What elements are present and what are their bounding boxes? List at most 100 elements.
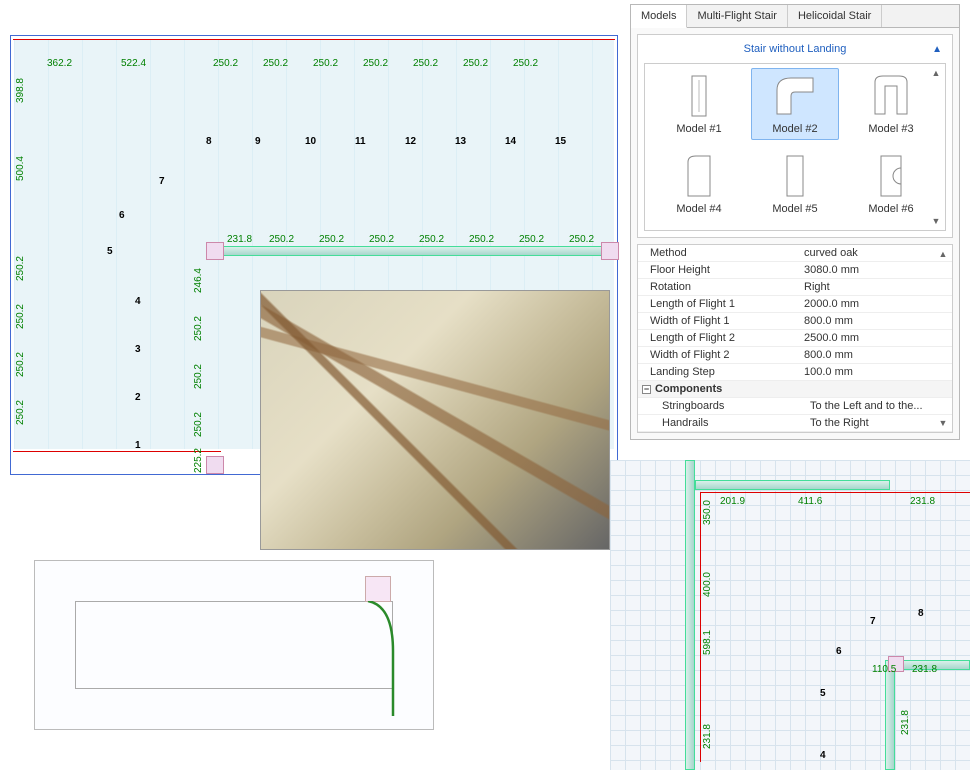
property-row[interactable]: Landing Step100.0 mm bbox=[638, 364, 952, 381]
step-number: 15 bbox=[555, 136, 566, 147]
stair-geometry bbox=[261, 291, 609, 549]
step-number: 8 bbox=[206, 136, 212, 147]
step-number: 4 bbox=[820, 750, 826, 761]
collapse-icon[interactable]: ▲ bbox=[932, 44, 942, 55]
property-key: Stringboards bbox=[638, 398, 804, 414]
boundary-line bbox=[13, 451, 221, 452]
newel-post bbox=[206, 456, 224, 474]
step-number: 1 bbox=[135, 440, 141, 451]
step-number: 5 bbox=[107, 246, 113, 257]
scroll-down-icon[interactable]: ▼ bbox=[936, 416, 950, 430]
property-value[interactable]: curved oak bbox=[798, 245, 952, 261]
step-number: 7 bbox=[159, 176, 165, 187]
dimension: 250.2 bbox=[419, 234, 444, 245]
dimension: 250.2 bbox=[313, 58, 338, 69]
collapse-minus-icon[interactable]: − bbox=[642, 385, 651, 394]
dimension: 231.8 bbox=[227, 234, 252, 245]
step-number: 4 bbox=[135, 296, 141, 307]
dimension: 250.2 bbox=[193, 412, 204, 437]
property-value[interactable]: 2000.0 mm bbox=[798, 296, 952, 312]
property-key: Length of Flight 2 bbox=[638, 330, 798, 346]
step-number: 8 bbox=[918, 608, 924, 619]
property-value[interactable]: Right bbox=[798, 279, 952, 295]
section-title: Stair without Landing bbox=[744, 43, 847, 55]
step-number: 6 bbox=[119, 210, 125, 221]
step-number: 11 bbox=[355, 136, 366, 147]
dimension: 250.2 bbox=[15, 352, 26, 377]
newel-post bbox=[365, 576, 391, 602]
property-value[interactable]: 800.0 mm bbox=[798, 347, 952, 363]
step-number: 3 bbox=[135, 344, 141, 355]
tab-helicoidal[interactable]: Helicoidal Stair bbox=[788, 5, 882, 27]
dimension: 250.2 bbox=[363, 58, 388, 69]
property-row[interactable]: Length of Flight 22500.0 mm bbox=[638, 330, 952, 347]
wall bbox=[685, 460, 695, 770]
property-key: Floor Height bbox=[638, 262, 798, 278]
property-row[interactable]: Width of Flight 2800.0 mm bbox=[638, 347, 952, 364]
property-group-components[interactable]: −Components bbox=[638, 381, 952, 398]
dimension: 231.8 bbox=[900, 710, 911, 735]
model-thumbnail-icon bbox=[850, 153, 932, 199]
dimension: 250.2 bbox=[469, 234, 494, 245]
model-thumbnail-icon bbox=[658, 73, 740, 119]
dimension: 250.2 bbox=[413, 58, 438, 69]
step-number: 2 bbox=[135, 392, 141, 403]
property-value[interactable]: To the Left and to the... bbox=[804, 398, 952, 414]
property-key: Width of Flight 2 bbox=[638, 347, 798, 363]
step-number: 10 bbox=[305, 136, 316, 147]
dimension: 250.2 bbox=[263, 58, 288, 69]
dimension: 201.9 bbox=[720, 496, 745, 507]
step-number: 13 bbox=[455, 136, 466, 147]
tab-models[interactable]: Models bbox=[631, 5, 687, 28]
model-option-5[interactable]: Model #5 bbox=[751, 148, 839, 220]
dimension: 250.2 bbox=[519, 234, 544, 245]
dimension: 398.8 bbox=[15, 78, 26, 103]
scroll-up-icon[interactable]: ▲ bbox=[936, 247, 950, 261]
property-value[interactable]: To the Right bbox=[804, 415, 952, 431]
dimension: 250.2 bbox=[269, 234, 294, 245]
model-option-2[interactable]: Model #2 bbox=[751, 68, 839, 140]
step-number: 12 bbox=[405, 136, 416, 147]
property-row[interactable]: Width of Flight 1800.0 mm bbox=[638, 313, 952, 330]
property-row[interactable]: Length of Flight 12000.0 mm bbox=[638, 296, 952, 313]
property-row[interactable]: RotationRight bbox=[638, 279, 952, 296]
dimension: 250.2 bbox=[569, 234, 594, 245]
property-value[interactable]: 2500.0 mm bbox=[798, 330, 952, 346]
newel-post bbox=[601, 242, 619, 260]
dimension: 225.2 bbox=[193, 448, 204, 473]
model-label: Model #4 bbox=[658, 203, 740, 215]
tab-multi-flight[interactable]: Multi-Flight Stair bbox=[687, 5, 787, 27]
stair-plan-handrail bbox=[34, 560, 434, 730]
model-option-3[interactable]: Model #3 bbox=[847, 68, 935, 140]
dimension: 411.6 bbox=[798, 496, 822, 507]
model-label: Model #6 bbox=[850, 203, 932, 215]
dimension: 250.2 bbox=[15, 256, 26, 281]
wall bbox=[695, 480, 890, 490]
property-row[interactable]: StringboardsTo the Left and to the... bbox=[638, 398, 952, 415]
model-grid: ▲ ▼ Model #1 Model #2 Model #3 Model #4 Mode… bbox=[644, 63, 946, 231]
dimension: 246.4 bbox=[193, 268, 204, 293]
stair-properties-panel: Models Multi-Flight Stair Helicoidal Sta… bbox=[630, 4, 960, 440]
model-option-4[interactable]: Model #4 bbox=[655, 148, 743, 220]
boundary-line bbox=[700, 492, 701, 762]
property-value[interactable]: 800.0 mm bbox=[798, 313, 952, 329]
property-key: Method bbox=[638, 245, 798, 261]
scroll-up-icon[interactable]: ▲ bbox=[929, 66, 943, 80]
dimension: 250.2 bbox=[513, 58, 538, 69]
dimension: 231.8 bbox=[912, 664, 937, 675]
model-label: Model #5 bbox=[754, 203, 836, 215]
property-value[interactable]: 3080.0 mm bbox=[798, 262, 952, 278]
scroll-down-icon[interactable]: ▼ bbox=[929, 214, 943, 228]
dimension: 500.4 bbox=[15, 156, 26, 181]
model-label: Model #2 bbox=[754, 123, 836, 135]
model-option-6[interactable]: Model #6 bbox=[847, 148, 935, 220]
property-key: Handrails bbox=[638, 415, 804, 431]
property-value[interactable]: 100.0 mm bbox=[798, 364, 952, 380]
model-option-1[interactable]: Model #1 bbox=[655, 68, 743, 140]
property-row[interactable]: HandrailsTo the Right bbox=[638, 415, 952, 432]
property-row[interactable]: Floor Height3080.0 mm bbox=[638, 262, 952, 279]
property-key: Landing Step bbox=[638, 364, 798, 380]
property-row[interactable]: Methodcurved oak bbox=[638, 245, 952, 262]
step-number: 6 bbox=[836, 646, 842, 657]
section-header[interactable]: Stair without Landing ▲ bbox=[638, 35, 952, 63]
